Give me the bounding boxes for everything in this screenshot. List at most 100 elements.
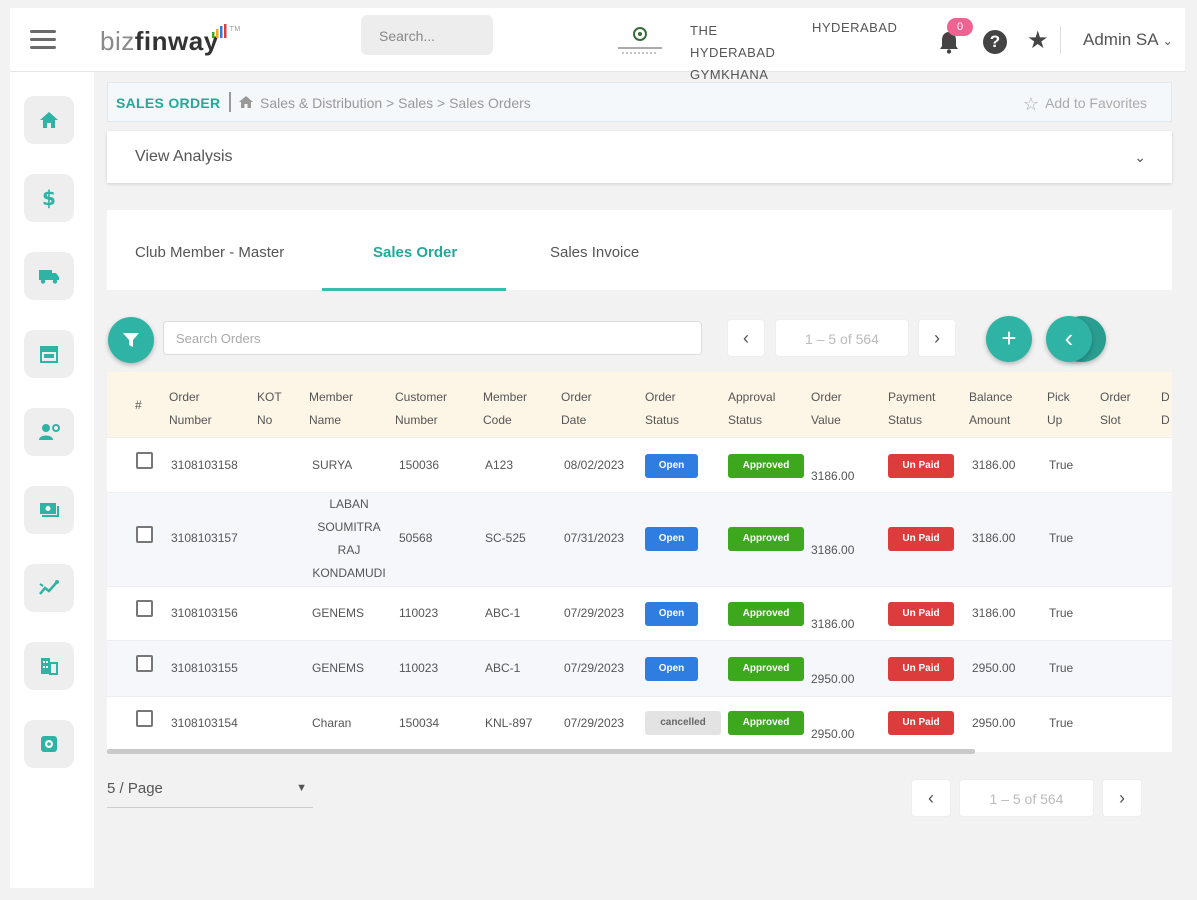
customer-number: 110023 <box>399 661 439 675</box>
page-title: SALES ORDER <box>116 95 221 111</box>
chevron-down-icon: ⌄ <box>1162 34 1173 48</box>
logo-bars-icon <box>211 24 227 38</box>
global-search-input[interactable]: Search... <box>361 15 493 55</box>
balance-amount: 2950.00 <box>972 661 1016 675</box>
user-settings-icon[interactable] <box>24 408 74 456</box>
settings-icon[interactable] <box>24 720 74 768</box>
col-header-index: # <box>135 398 142 412</box>
home-icon[interactable] <box>24 96 74 144</box>
tab-sales-order[interactable]: Sales Order <box>373 244 457 261</box>
col-header-member-code[interactable]: Member Code <box>483 386 527 432</box>
member-code: KNL-897 <box>485 716 533 730</box>
order-number[interactable]: 3108103157 <box>171 527 238 550</box>
order-status-badge: Open <box>645 602 698 626</box>
page-size-select[interactable]: 5 / Page ▼ <box>107 780 313 808</box>
city-label: HYDERABAD <box>812 20 898 35</box>
help-icon[interactable]: ? <box>983 30 1007 54</box>
customer-number: 150036 <box>399 458 440 472</box>
add-to-favorites-button[interactable]: ☆ Add to Favorites <box>1023 94 1147 115</box>
menu-icon[interactable] <box>30 30 56 50</box>
table-row[interactable]: 3108103154 Charan 150034 KNL-897 07/29/2… <box>107 696 1172 752</box>
star-icon[interactable]: ★ <box>1027 26 1049 55</box>
col-header-order-date[interactable]: Order Date <box>561 386 592 432</box>
search-orders-input[interactable]: Search Orders <box>163 321 702 355</box>
left-sidebar: $ <box>10 72 94 888</box>
filter-button[interactable] <box>108 317 154 363</box>
payment-status-badge: Un Paid <box>888 657 954 681</box>
col-header-member-name[interactable]: Member Name <box>309 386 353 432</box>
user-menu[interactable]: Admin SA ⌄ <box>1083 30 1173 50</box>
notification-badge: 0 <box>947 18 973 36</box>
order-number[interactable]: 3108103156 <box>171 602 238 625</box>
next-page-button[interactable]: › <box>918 319 956 357</box>
active-tab-indicator <box>322 288 506 291</box>
tab-sales-invoice[interactable]: Sales Invoice <box>550 244 639 261</box>
breadcrumb-path[interactable]: Sales & Distribution > Sales > Sales Ord… <box>260 95 531 111</box>
breadcrumb-divider <box>229 92 231 112</box>
order-date: 07/29/2023 <box>564 606 625 620</box>
tab-club-member-master[interactable]: Club Member - Master <box>135 244 284 261</box>
pick-up: True <box>1049 531 1074 545</box>
table-row[interactable]: 3108103156 GENEMS 110023 ABC-1 07/29/202… <box>107 586 1172 640</box>
order-number[interactable]: 3108103154 <box>171 712 238 735</box>
footer-prev-page-button[interactable]: ‹ <box>911 779 951 817</box>
dollar-icon[interactable]: $ <box>24 174 74 222</box>
col-header-approval-status[interactable]: Approval Status <box>728 386 775 432</box>
approval-status-badge: Approved <box>728 602 804 626</box>
building-icon[interactable] <box>24 642 74 690</box>
col-header-order-number[interactable]: Order Number <box>169 386 212 432</box>
row-checkbox[interactable] <box>136 655 153 672</box>
balance-amount: 3186.00 <box>972 606 1016 620</box>
row-checkbox[interactable] <box>136 600 153 617</box>
col-header-order-value[interactable]: Order Value <box>811 386 842 432</box>
approval-status-badge: Approved <box>728 711 804 735</box>
club-name: THE HYDERABAD GYMKHANA <box>690 23 776 82</box>
horizontal-scrollbar[interactable] <box>107 749 975 754</box>
pick-up: True <box>1049 458 1074 472</box>
view-analysis-panel[interactable]: View Analysis ⌄ <box>107 131 1172 183</box>
analytics-icon[interactable] <box>24 564 74 612</box>
row-checkbox[interactable] <box>136 710 153 727</box>
member-code: A123 <box>485 458 514 472</box>
star-outline-icon: ☆ <box>1022 94 1040 114</box>
prev-page-button[interactable]: ‹ <box>727 319 765 357</box>
order-value: 2950.00 <box>811 672 855 686</box>
order-number[interactable]: 3108103155 <box>171 657 238 680</box>
truck-icon[interactable] <box>24 252 74 300</box>
row-checkbox[interactable] <box>136 526 153 543</box>
page-info: 1 – 5 of 564 <box>775 319 909 357</box>
home-icon[interactable] <box>238 94 254 110</box>
col-header-payment-status[interactable]: Payment Status <box>888 386 935 432</box>
table-row[interactable]: 3108103158 SURYA 150036 A123 08/02/2023 … <box>107 437 1172 492</box>
cash-icon[interactable] <box>24 486 74 534</box>
club-logo-icon <box>618 27 662 54</box>
col-header-order-status[interactable]: Order Status <box>645 386 679 432</box>
col-header-customer-number[interactable]: Customer Number <box>395 386 447 432</box>
order-date: 08/02/2023 <box>564 458 625 472</box>
row-checkbox[interactable] <box>136 452 153 469</box>
collapse-button[interactable]: ‹ <box>1046 316 1092 362</box>
footer-next-page-button[interactable]: › <box>1102 779 1142 817</box>
member-name: GENEMS <box>312 661 365 675</box>
app-logo[interactable]: bizfinway TM <box>100 24 240 57</box>
balance-amount: 3186.00 <box>972 458 1016 472</box>
table-row[interactable]: 3108103155 GENEMS 110023 ABC-1 07/29/202… <box>107 640 1172 696</box>
col-header-balance-amount[interactable]: Balance Amount <box>969 386 1012 432</box>
tab-bar: Club Member - Master Sales Order Sales I… <box>107 210 1172 291</box>
store-icon[interactable] <box>24 330 74 378</box>
order-date: 07/29/2023 <box>564 716 625 730</box>
add-order-button[interactable]: + <box>986 316 1032 362</box>
col-header-truncated[interactable]: DD <box>1161 386 1170 432</box>
order-status-badge: Open <box>645 527 698 551</box>
table-row[interactable]: 3108103157 LABAN SOUMITRA RAJ KONDAMUDI … <box>107 492 1172 586</box>
order-number[interactable]: 3108103158 <box>171 454 238 477</box>
pick-up: True <box>1049 606 1074 620</box>
order-value: 3186.00 <box>811 543 855 557</box>
col-header-kot-no[interactable]: KOT No <box>257 386 282 432</box>
customer-number: 110023 <box>399 606 439 620</box>
caret-down-icon: ▼ <box>296 782 307 794</box>
col-header-pick-up[interactable]: Pick Up <box>1047 386 1070 432</box>
col-header-order-slot[interactable]: Order Slot <box>1100 386 1131 432</box>
logo-tm: TM <box>229 26 241 33</box>
balance-amount: 2950.00 <box>972 716 1016 730</box>
